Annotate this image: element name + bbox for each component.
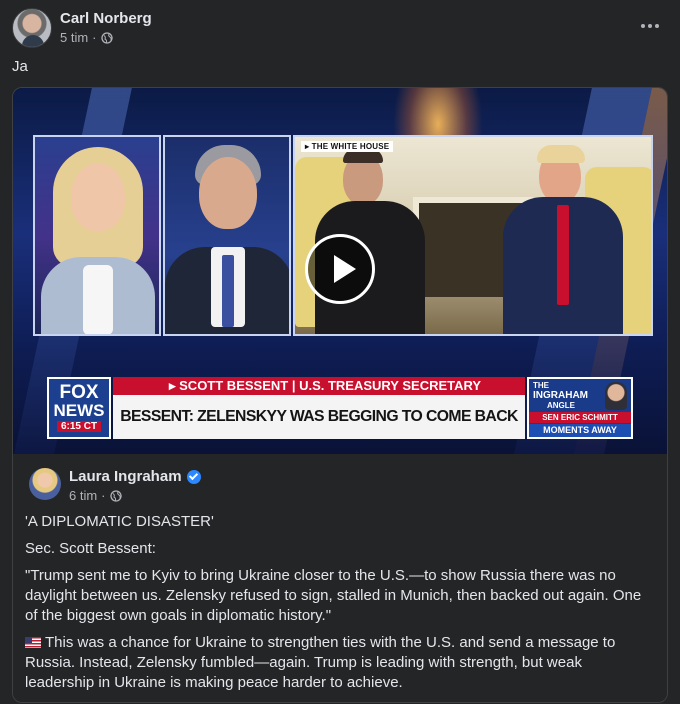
source-avatar[interactable] — [29, 468, 61, 500]
show-promo: THE INGRAHAM ANGLE SEN ERIC SCHMITT MOME… — [527, 377, 633, 439]
author-avatar[interactable] — [12, 8, 52, 48]
source-time[interactable]: 6 tim — [69, 488, 97, 503]
promo-title-line2: INGRAHAM — [533, 390, 588, 401]
chyron-headline: BESSENT: ZELENSKYY WAS BEGGING TO COME B… — [113, 395, 525, 439]
post-time[interactable]: 5 tim — [60, 30, 88, 45]
shared-post-paragraph: "Trump sent me to Kyiv to bring Ukraine … — [25, 567, 642, 624]
source-author-name[interactable]: Laura Ingraham — [69, 468, 182, 485]
globe-icon — [100, 31, 113, 44]
chyron-subtitle: ▸ SCOTT BESSENT | U.S. TREASURY SECRETAR… — [113, 377, 525, 395]
promo-guest-photo — [605, 382, 627, 410]
shared-post-paragraph: Sec. Scott Bessent: — [25, 540, 156, 557]
promo-status: MOMENTS AWAY — [529, 424, 631, 437]
facebook-post: Carl Norberg 5 tim · Ja ▸ THE WHITE HOUS… — [0, 0, 680, 704]
host-shirt — [83, 265, 113, 334]
post-meta: 5 tim · — [60, 30, 113, 45]
logo-line2: NEWS — [53, 401, 105, 420]
host-face — [71, 163, 125, 231]
source-author[interactable]: Laura Ingraham — [69, 468, 201, 485]
verified-badge-icon — [186, 469, 201, 484]
person-right-tie — [557, 205, 569, 305]
shared-post-paragraph: This was a chance for Ukraine to strengt… — [25, 634, 616, 691]
shared-post-paragraph: 'A DIPLOMATIC DISASTER' — [25, 513, 214, 530]
logo-line1: FOX — [59, 382, 99, 403]
post-text: Ja — [12, 58, 28, 75]
us-flag-icon — [25, 637, 41, 648]
location-label: ▸ THE WHITE HOUSE — [301, 141, 394, 152]
promo-title: THE INGRAHAM ANGLE — [533, 381, 589, 411]
meta-separator: · — [101, 488, 106, 503]
promo-guest: SEN ERIC SCHMITT — [529, 412, 631, 423]
host-tie — [222, 255, 234, 327]
video-panel-host-center — [163, 135, 291, 336]
shared-post-paragraph-flag: This was a chance for Ukraine to strengt… — [25, 633, 649, 693]
play-icon[interactable] — [305, 234, 375, 304]
post-header: Carl Norberg 5 tim · — [12, 8, 668, 48]
author-name[interactable]: Carl Norberg — [60, 10, 152, 27]
person-right-hair — [537, 145, 585, 163]
meta-separator: · — [92, 30, 97, 45]
host-face — [199, 157, 257, 229]
news-chyron: FOX NEWS 6:15 CT ▸ SCOTT BESSENT | U.S. … — [47, 377, 633, 439]
promo-title-line3: ANGLE — [547, 401, 575, 410]
logo-time: 6:15 CT — [56, 421, 102, 432]
more-options-icon[interactable] — [632, 12, 668, 40]
globe-icon — [109, 489, 122, 502]
fox-news-logo: FOX NEWS 6:15 CT — [47, 377, 111, 439]
video-panel-host-left — [33, 135, 161, 336]
source-meta: 6 tim · — [69, 488, 122, 503]
video-player[interactable]: ▸ THE WHITE HOUSE FOX NEWS 6:15 CT ▸ SCO… — [13, 88, 667, 454]
